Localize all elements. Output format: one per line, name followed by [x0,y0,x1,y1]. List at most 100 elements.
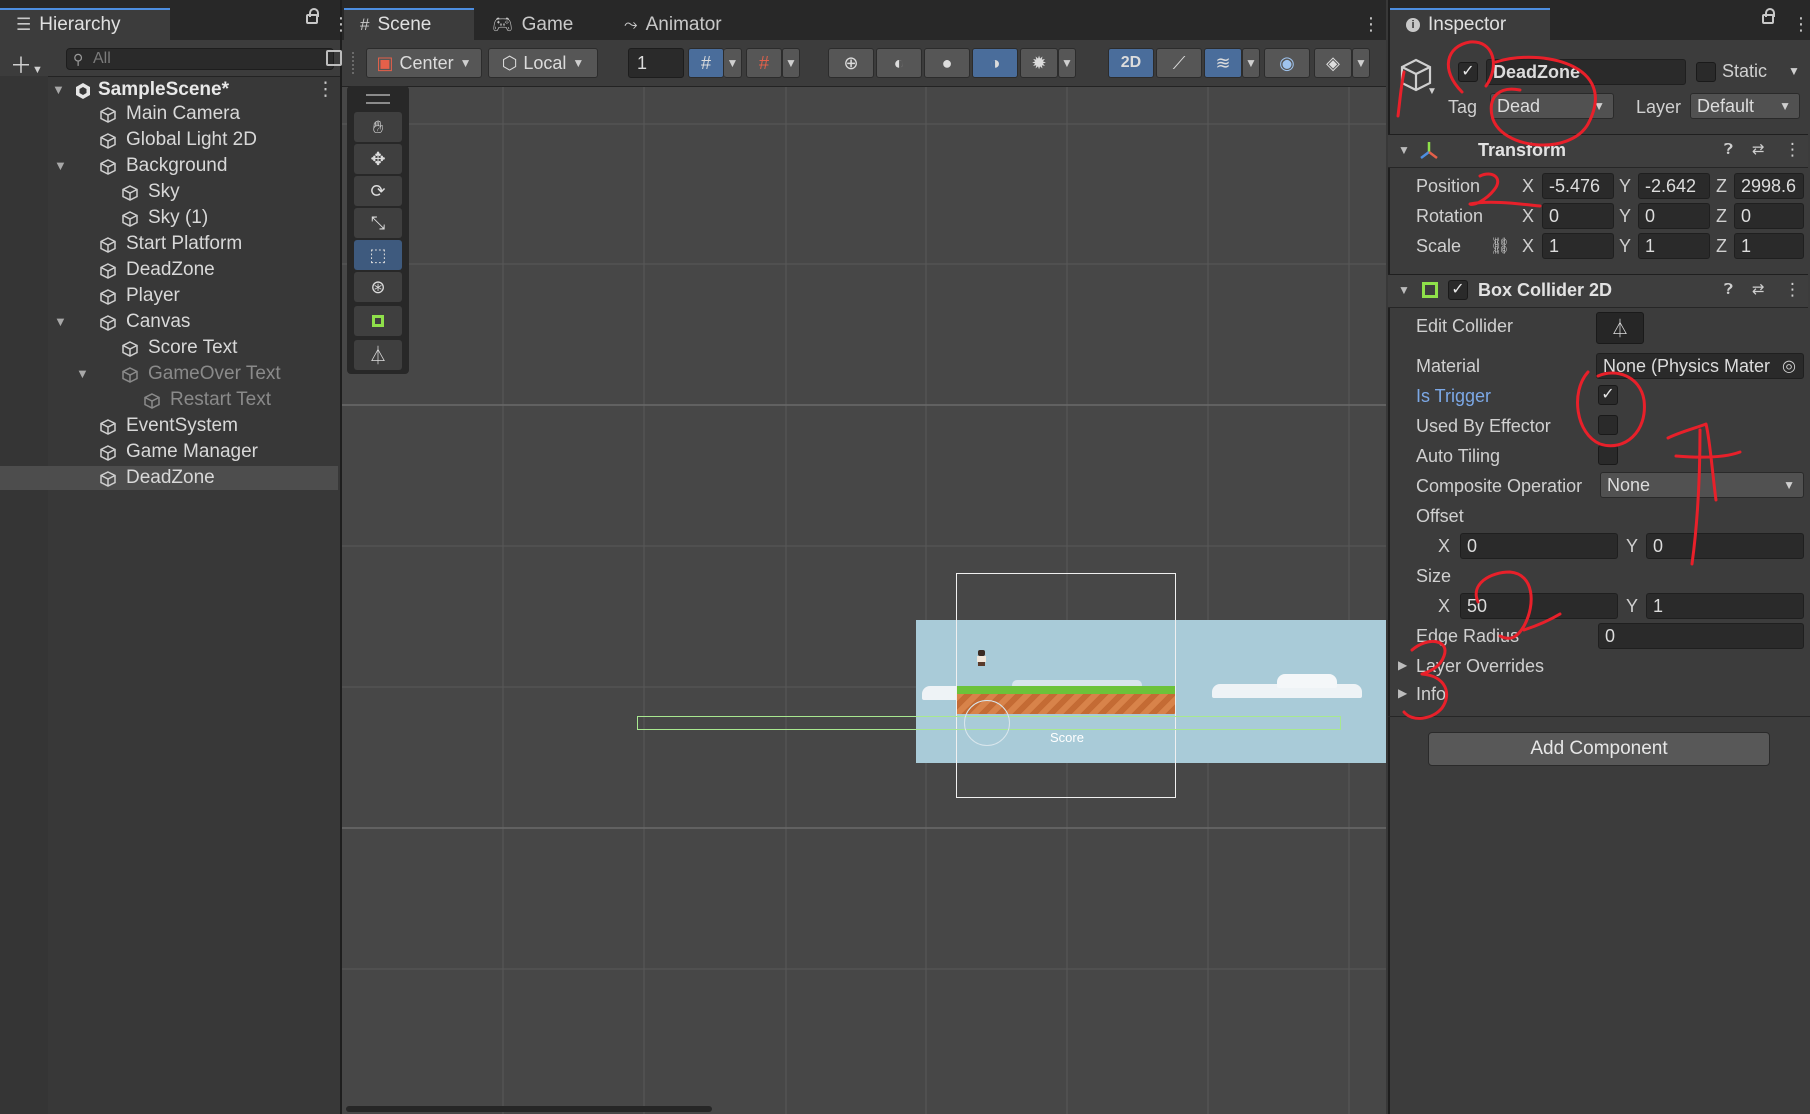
increment-snap-toggle[interactable]: # [746,48,782,78]
object-picker-icon[interactable]: ◎ [1782,356,1796,376]
scene-menu-icon[interactable]: ⋮ [316,78,335,102]
scale-z-field[interactable]: 1 [1734,233,1804,259]
layer-overrides-foldout[interactable]: Layer Overrides [1416,656,1544,677]
component-menu-icon[interactable]: ⋮ [1784,280,1801,300]
constrain-proportions-link-icon[interactable]: ⛓︎ [1490,236,1510,256]
grid-snap-dropdown[interactable]: ▼ [724,48,742,78]
edit-collider-button[interactable]: ⏃ [1596,312,1644,344]
info-foldout[interactable]: Info [1416,684,1446,705]
hierarchy-item[interactable]: Sky (1) [0,206,338,230]
static-checkbox[interactable] [1696,62,1716,82]
hierarchy-item[interactable]: Sky [0,180,338,204]
hierarchy-item[interactable]: EventSystem [0,414,338,438]
scene-root-row[interactable]: ▼ SampleScene* ⋮ [0,78,338,102]
composite-operation-dropdown[interactable]: None [1600,472,1804,498]
offset-y-field[interactable]: 0 [1646,533,1804,559]
grid-snap-toggle[interactable]: # [688,48,724,78]
pivot-center-dropdown[interactable]: ▣ Center ▼ [366,48,482,78]
rotate-tool[interactable]: ⟳ [354,176,402,206]
hierarchy-item[interactable]: DeadZone [0,258,338,282]
collapse-arrow-icon[interactable]: ▼ [1398,283,1410,297]
hierarchy-item[interactable]: ▼ Canvas [0,310,338,334]
offset-x-field[interactable]: 0 [1460,533,1618,559]
shaded-button[interactable]: ● [924,48,970,78]
position-x-field[interactable]: -5.476 [1542,173,1614,199]
auto-tiling-checkbox[interactable] [1598,445,1618,465]
debug-draw-dropdown[interactable]: ▼ [1058,48,1076,78]
is-trigger-checkbox[interactable]: ✓ [1598,385,1618,405]
expand-arrow-icon[interactable]: ▼ [54,154,68,178]
hierarchy-item[interactable]: Restart Text [0,388,338,412]
lock-icon[interactable] [1762,8,1775,24]
tab-animator[interactable]: ⤳ Animator [624,10,722,40]
size-y-field[interactable]: 1 [1646,593,1804,619]
rotation-z-field[interactable]: 0 [1734,203,1804,229]
preset-sliders-icon[interactable]: ⇄ [1752,140,1765,158]
hierarchy-item[interactable]: Game Manager [0,440,338,464]
hierarchy-item[interactable]: Global Light 2D [0,128,338,152]
hierarchy-item[interactable]: ▼ GameOver Text [0,362,338,386]
expand-arrow-icon[interactable]: ▼ [52,78,66,102]
debug-draw-button[interactable]: ✹ [1020,48,1058,78]
help-icon[interactable]: ❓︎ [1724,141,1733,158]
used-by-effector-checkbox[interactable] [1598,415,1618,435]
rect-tool[interactable]: ⬚ [354,240,402,270]
move-tool[interactable]: ✥ [354,144,402,174]
component-menu-icon[interactable]: ⋮ [1784,140,1801,160]
expand-arrow-icon[interactable]: ▶ [1398,658,1407,672]
size-x-field[interactable]: 50 [1460,593,1618,619]
tab-inspector[interactable]: i Inspector [1390,8,1550,40]
space-local-dropdown[interactable]: ⬡ Local ▼ [488,48,598,78]
edit-collider-tool[interactable]: ⏃ [354,340,402,370]
static-dropdown-icon[interactable]: ▼ [1788,64,1800,78]
expand-arrow-icon[interactable]: ▼ [76,362,90,386]
box-collider-enabled-checkbox[interactable]: ✓ [1448,280,1468,300]
collider-tool[interactable] [354,306,402,336]
hierarchy-item[interactable]: Main Camera [0,102,338,126]
visibility-toggle[interactable]: ◉ [1264,48,1310,78]
lighting-effects-toggle[interactable]: ⟋ [1156,48,1202,78]
preset-sliders-icon[interactable]: ⇄ [1752,280,1765,298]
hand-tool[interactable]: ✋︎ [354,112,402,142]
increment-snap-dropdown[interactable]: ▼ [782,48,800,78]
expand-arrow-icon[interactable]: ▼ [54,310,68,334]
hierarchy-search-input[interactable]: ⚲ All [66,48,334,70]
tag-dropdown[interactable]: Dead [1490,93,1614,119]
hierarchy-item[interactable]: DeadZone [0,466,338,490]
scene-view-panel[interactable]: Score # Scene 🎮︎ Game ⤳ Animator ⋮ ▣ Cen… [342,0,1386,1114]
gizmos-button[interactable]: ◈ [1314,48,1352,78]
grid-snap-input[interactable]: 1 [628,48,684,78]
layer-dropdown[interactable]: Default [1690,93,1800,119]
lock-icon[interactable] [306,8,319,24]
effects-dropdown[interactable]: ▼ [1242,48,1260,78]
lighting-toggle[interactable]: ◑ [972,48,1018,78]
toggle-2d-button[interactable]: 2D [1108,48,1154,78]
hierarchy-item[interactable]: Start Platform [0,232,338,256]
draw-mode-button[interactable]: ⊕ [828,48,874,78]
search-scene-icon[interactable] [326,50,342,66]
inspector-menu-icon[interactable]: ⋮ [1792,14,1810,35]
tool-strip-grip-icon[interactable] [366,94,390,104]
position-y-field[interactable]: -2.642 [1638,173,1710,199]
edge-radius-field[interactable]: 0 [1598,623,1804,649]
hierarchy-item[interactable]: ▼ Background [0,154,338,178]
shaded-wireframe-button[interactable]: ◐ [876,48,922,78]
expand-arrow-icon[interactable]: ▶ [1398,686,1407,700]
rotation-y-field[interactable]: 0 [1638,203,1710,229]
tab-game[interactable]: 🎮︎ Game [492,10,573,40]
material-field[interactable]: None (Physics Mater [1596,353,1804,379]
active-checkbox[interactable]: ✓ [1458,62,1478,82]
position-z-field[interactable]: 2998.6 [1734,173,1804,199]
hierarchy-item[interactable]: Score Text [0,336,338,360]
icon-dropdown-icon[interactable]: ▼ [1427,86,1437,97]
collapse-arrow-icon[interactable]: ▼ [1398,143,1410,157]
hierarchy-item[interactable]: Player [0,284,338,308]
scale-y-field[interactable]: 1 [1638,233,1710,259]
help-icon[interactable]: ❓︎ [1724,281,1733,298]
transform-tool[interactable]: ⊛ [354,272,402,302]
scale-x-field[interactable]: 1 [1542,233,1614,259]
tab-hierarchy[interactable]: ☰ Hierarchy [0,8,170,40]
tab-scene[interactable]: # Scene [344,8,474,40]
gizmos-dropdown[interactable]: ▼ [1352,48,1370,78]
object-name-field[interactable]: DeadZone [1486,59,1686,85]
